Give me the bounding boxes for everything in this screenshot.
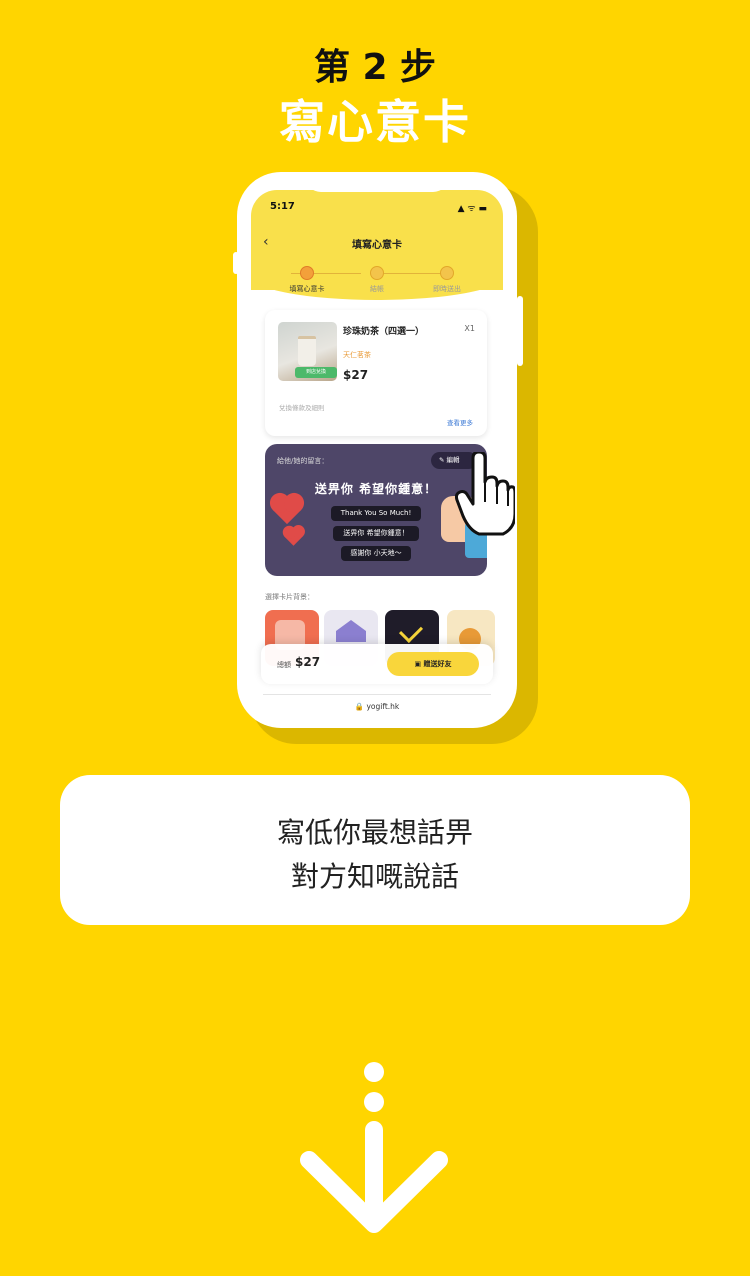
scroll-down-arrow-icon (300, 1062, 448, 1233)
browser-divider (263, 694, 491, 695)
stepper-dot-send (440, 266, 454, 280)
message-label: 給他/她的留言： (277, 457, 329, 465)
total-label: 總額 (277, 661, 291, 669)
progress-stepper: 填寫心意卡 結帳 即時送出 (277, 266, 477, 294)
product-name: 珍珠奶茶（四選一） (343, 327, 425, 337)
step-title: 寫心意卡 (279, 95, 471, 149)
milk-tea-cup (298, 336, 316, 366)
stepper-label: 結帳 (370, 285, 384, 293)
stepper-label: 即時送出 (433, 285, 461, 293)
message-suggestion-chip[interactable]: Thank You So Much! (331, 506, 421, 521)
house-icon (336, 620, 366, 642)
step-number: 第 2 步 (313, 47, 437, 88)
caption-line-2: 對方知嘅說話 (290, 860, 459, 893)
gift-button-label: 贈送好友 (423, 660, 452, 668)
phone-mockup: 5:17 ▲ ᯤ ▬ ‹ 填寫心意卡 填寫心意卡 結帳 即時送出 到店兌換 珍珠… (237, 172, 517, 728)
background-picker-label: 選擇卡片背景： (265, 593, 314, 601)
pencil-icon: ✎ (439, 456, 447, 464)
product-brand: 天仁茗茶 (343, 351, 371, 359)
stepper-dot-fill-card (300, 266, 314, 280)
product-image: 到店兌換 (278, 322, 337, 381)
stepper-label: 填寫心意卡 (289, 285, 325, 293)
status-icons: ▲ ᯤ ▬ (457, 204, 487, 214)
checkout-footer: 總額 $27 ▣ 贈送好友 (261, 644, 493, 684)
check-icon (398, 618, 424, 644)
phone-notch (305, 172, 449, 192)
product-price: $27 (343, 368, 369, 382)
pointer-hand-icon (455, 452, 515, 536)
heart-icon (284, 527, 303, 546)
product-card[interactable]: 到店兌換 珍珠奶茶（四選一） X1 天仁茗茶 $27 兌換條款及細則 查看更多 (265, 310, 487, 436)
arrow-dot (364, 1092, 384, 1112)
status-time: 5:17 (270, 201, 295, 212)
product-quantity: X1 (464, 324, 475, 333)
caption-line-1: 寫低你最想話畀 (276, 816, 473, 849)
browser-url: 🔒 yogift.hk (354, 702, 400, 711)
phone-power-button (517, 296, 523, 366)
message-card: 給他/她的留言： ✎ 編輯 送畀你 希望你鍾意！ Thank You So Mu… (265, 444, 487, 576)
view-more-link[interactable]: 查看更多 (447, 417, 473, 427)
message-suggestion-chip[interactable]: 感謝你 小天地～ (341, 546, 411, 561)
message-suggestion-chip[interactable]: 送畀你 希望你鍾意！ (333, 526, 419, 541)
screen-title: 填寫心意卡 (352, 240, 402, 251)
terms-label: 兌換條款及細則 (279, 404, 325, 412)
gift-icon: ▣ (414, 660, 424, 668)
total-price: $27 (295, 655, 321, 669)
arrow-dot (364, 1062, 384, 1082)
stepper-dot-checkout (370, 266, 384, 280)
heart-icon (272, 495, 302, 525)
redeem-badge: 到店兌換 (295, 367, 337, 378)
gift-friend-button[interactable]: ▣ 贈送好友 (387, 652, 479, 676)
caption-box: 寫低你最想話畀 對方知嘅說話 (60, 775, 690, 925)
